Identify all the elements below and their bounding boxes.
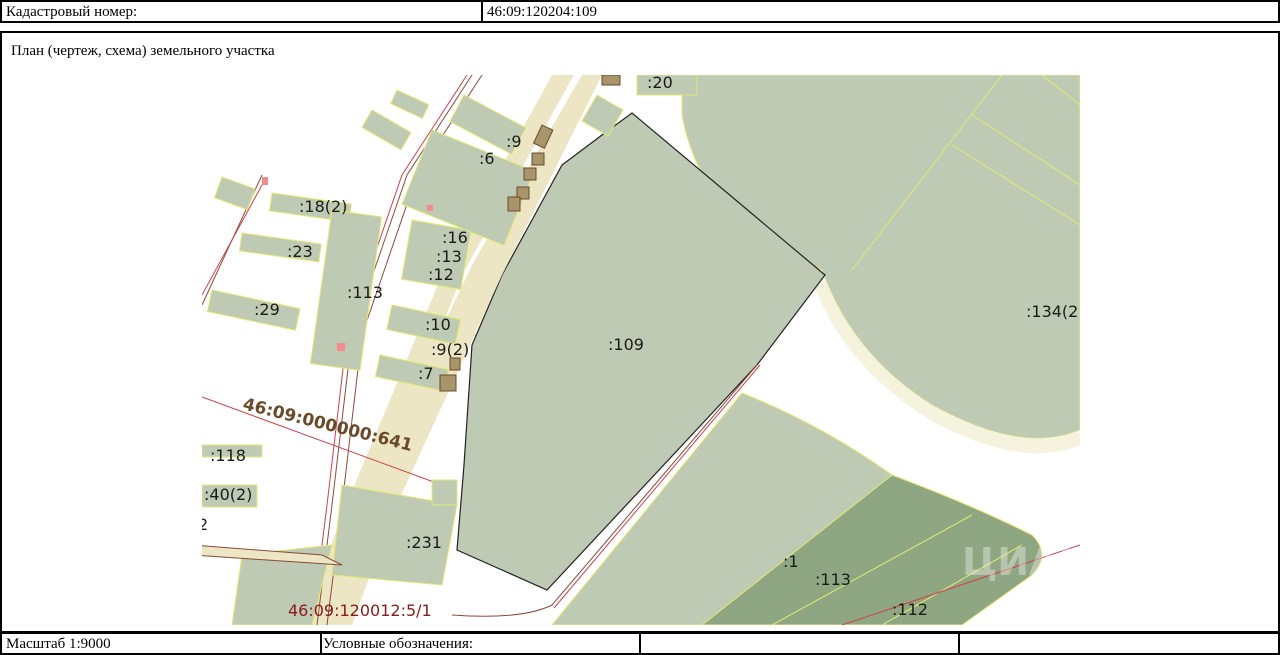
label-2-partial: 2 xyxy=(202,515,208,534)
scale-cell: Масштаб 1:9000 xyxy=(0,632,322,655)
label-20: :20 xyxy=(647,75,673,92)
label-29: :29 xyxy=(254,300,280,319)
watermark: ЦИАН xyxy=(962,540,1080,584)
label-12: :12 xyxy=(428,265,454,284)
legend-label-cell: Условные обозначения: xyxy=(320,632,641,655)
label-23: :23 xyxy=(287,242,313,261)
road-label: 46:09:120012:5/1 xyxy=(288,601,432,620)
label-16: :16 xyxy=(442,228,468,247)
legend-cell-3 xyxy=(958,632,1280,655)
legend-label: Условные обозначения: xyxy=(323,636,474,652)
label-231: :231 xyxy=(406,533,442,552)
cadastral-map[interactable]: :20 :9 :6 :18(2) :23 :16 :13 :12 :113 :2… xyxy=(202,75,1080,625)
label-1: :1 xyxy=(783,552,799,571)
label-40-2: :40(2) xyxy=(204,485,252,504)
label-6: :6 xyxy=(479,149,495,168)
cadastral-value-cell: 46:09:120204:109 xyxy=(481,0,1280,23)
label-10: :10 xyxy=(425,315,451,334)
label-118: :118 xyxy=(210,446,246,465)
label-113-left: :113 xyxy=(347,283,383,302)
label-18-2: :18(2) xyxy=(299,197,347,216)
plan-title-cell: План (чертеж, схема) земельного участка xyxy=(0,31,1280,69)
legend-cell-2 xyxy=(639,632,960,655)
scale-text: Масштаб 1:9000 xyxy=(6,636,111,652)
label-7: :7 xyxy=(418,364,434,383)
label-9-2: :9(2) xyxy=(431,340,469,359)
plan-title: План (чертеж, схема) земельного участка xyxy=(11,43,275,59)
label-9: :9 xyxy=(506,132,522,151)
label-112: :112 xyxy=(892,600,928,619)
label-109: :109 xyxy=(608,335,644,354)
cadastral-value: 46:09:120204:109 xyxy=(487,4,598,20)
cadastral-label: Кадастровый номер: xyxy=(6,4,138,20)
cadastral-label-cell: Кадастровый номер: xyxy=(0,0,483,23)
label-113-right: :113 xyxy=(815,570,851,589)
label-134-2: :134(2 xyxy=(1026,302,1078,321)
label-13: :13 xyxy=(436,247,462,266)
